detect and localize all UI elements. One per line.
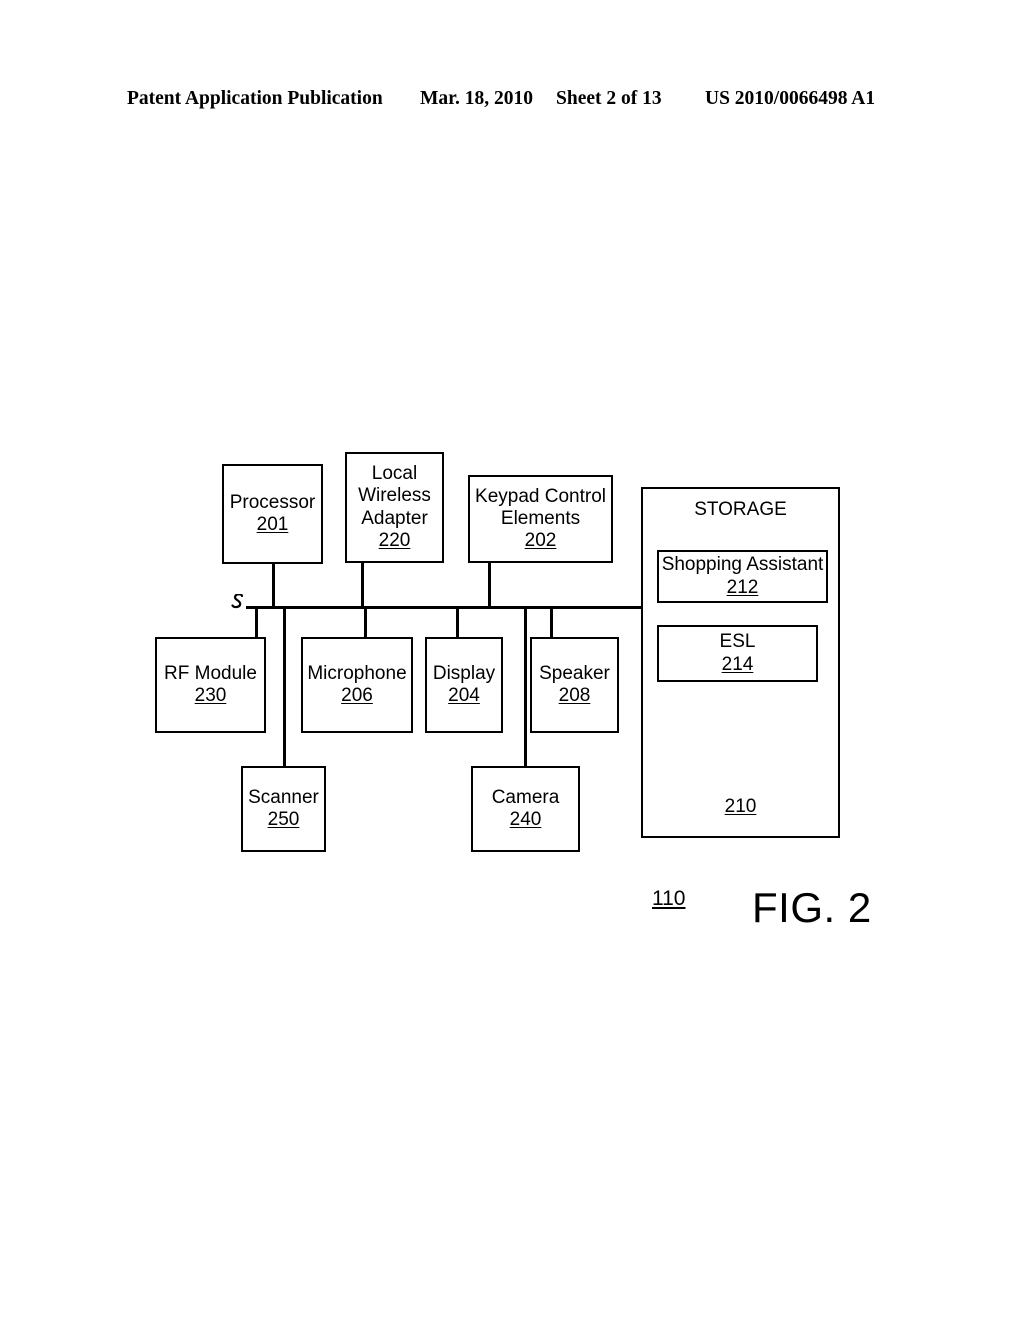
- box-shopping-assistant-ref: 212: [726, 576, 759, 598]
- box-processor-label: Processor: [229, 491, 316, 513]
- connector-rf-module: [255, 606, 258, 639]
- box-microphone-ref: 206: [341, 685, 373, 706]
- box-rf-module-ref: 230: [194, 685, 227, 706]
- box-storage-title: STORAGE: [694, 499, 787, 520]
- box-storage[interactable]: STORAGE Shopping Assistant 212 ESL 214 2…: [641, 487, 840, 838]
- box-microphone-label: Microphone: [307, 662, 407, 684]
- connector-wireless-adapter: [361, 563, 364, 608]
- connector-microphone: [364, 606, 367, 639]
- box-local-wireless-adapter-ref: 220: [378, 529, 411, 551]
- box-camera[interactable]: Camera 240: [471, 766, 580, 852]
- device-reference-numeral: 110: [652, 887, 686, 910]
- box-camera-label: Camera: [491, 786, 560, 808]
- box-display[interactable]: Display 204: [425, 637, 503, 733]
- box-processor-ref: 201: [256, 514, 289, 535]
- box-shopping-assistant-label: Shopping Assistant: [661, 554, 824, 576]
- bus-lead-squiggle-icon: [231, 594, 244, 609]
- box-esl-label: ESL: [719, 631, 756, 653]
- connector-camera: [524, 606, 527, 768]
- box-local-wireless-adapter[interactable]: Local Wireless Adapter 220: [345, 452, 444, 563]
- figure-caption: FIG. 2: [752, 884, 872, 931]
- box-rf-module[interactable]: RF Module 230: [155, 637, 266, 733]
- connector-processor: [272, 564, 275, 608]
- box-scanner-label: Scanner: [248, 786, 319, 808]
- box-local-wireless-adapter-label: Local Wireless Adapter: [358, 463, 431, 529]
- box-rf-module-label: RF Module: [164, 662, 257, 684]
- box-camera-ref: 240: [509, 809, 542, 830]
- box-esl-ref: 214: [721, 653, 754, 675]
- connector-scanner: [283, 606, 286, 768]
- connector-display: [456, 606, 459, 639]
- box-scanner[interactable]: Scanner 250: [241, 766, 326, 852]
- bus-line-main: [246, 606, 643, 609]
- box-keypad-control-elements-label: Keypad Control Elements: [475, 485, 606, 529]
- box-esl[interactable]: ESL 214: [657, 625, 818, 682]
- box-microphone[interactable]: Microphone 206: [301, 637, 413, 733]
- connector-speaker: [550, 606, 553, 639]
- connector-keypad: [488, 563, 491, 608]
- box-processor[interactable]: Processor 201: [222, 464, 323, 564]
- box-display-label: Display: [432, 662, 496, 684]
- box-speaker[interactable]: Speaker 208: [530, 637, 619, 733]
- box-shopping-assistant[interactable]: Shopping Assistant 212: [657, 550, 828, 603]
- box-speaker-ref: 208: [558, 685, 591, 706]
- box-speaker-label: Speaker: [539, 662, 610, 684]
- figure-diagram: Processor 201 Local Wireless Adapter 220…: [0, 0, 1024, 1320]
- box-scanner-ref: 250: [267, 809, 300, 830]
- box-keypad-control-elements[interactable]: Keypad Control Elements 202: [468, 475, 613, 563]
- box-keypad-control-elements-ref: 202: [524, 530, 557, 552]
- box-display-ref: 204: [448, 685, 480, 706]
- box-storage-ref: 210: [724, 796, 757, 817]
